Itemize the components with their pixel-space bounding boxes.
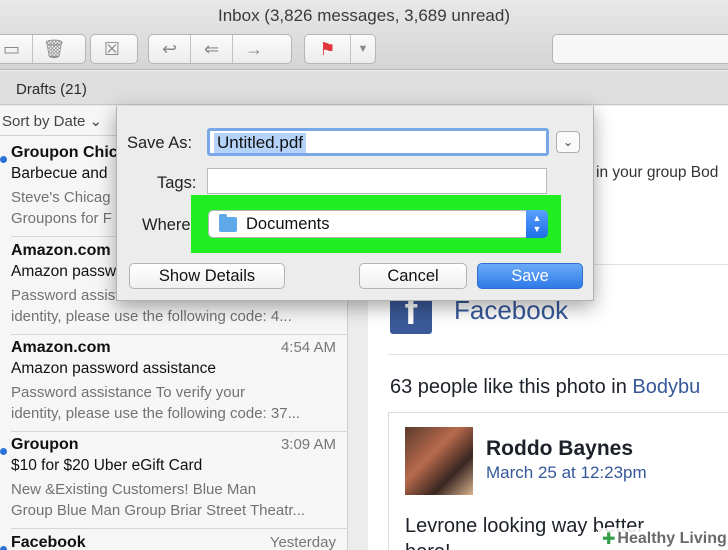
message-preview-line: identity, please use the following code:… <box>11 308 292 325</box>
message-preview-line: New &Existing Customers! Blue Man <box>11 481 257 498</box>
message-preview-line: Password assistance To verify your <box>11 384 245 401</box>
list-item[interactable]: Groupon 3:09 AM $10 for $20 Uber eGift C… <box>0 436 348 530</box>
divider <box>11 431 348 432</box>
save-as-label: Save As: <box>127 134 193 152</box>
watermark-text: Healthy Living <box>617 530 727 547</box>
group-link[interactable]: Bodybu <box>632 376 700 398</box>
folder-icon <box>219 214 237 232</box>
likes-text: 63 people like this photo in Bodybu <box>390 376 700 399</box>
favorite-drafts[interactable]: Drafts (21) <box>16 81 87 98</box>
window-toolbar: Inbox (3,826 messages, 3,689 unread) ▭ 🗑… <box>0 0 728 70</box>
archive-icon: ▭ <box>2 38 20 59</box>
favorites-bar: Drafts (21) <box>0 71 728 105</box>
trash-icon: 🗑 <box>42 38 66 59</box>
sort-by-date-button[interactable]: Sort by Date ⌄ <box>2 112 102 130</box>
reply-all-button[interactable]: ⇐ <box>191 35 233 63</box>
where-dropdown[interactable]: Documents ▲ ▼ <box>208 210 548 238</box>
message-time: 4:54 AM <box>280 339 336 356</box>
show-details-button[interactable]: Show Details <box>129 263 285 289</box>
flag-group: ⚑ ▼ <box>304 34 376 64</box>
junk-icon: ☒ <box>103 38 121 59</box>
message-sender: Facebook <box>11 534 86 550</box>
message-time: 3:09 AM <box>280 436 336 453</box>
message-sender: Groupon <box>11 436 79 453</box>
archive-delete-group: ▭ 🗑 <box>0 34 86 64</box>
chevron-down-icon: ⌄ <box>562 135 574 149</box>
flag-menu-button[interactable]: ▼ <box>351 35 375 63</box>
list-item[interactable]: Facebook Yesterday <box>0 534 348 550</box>
message-sender: Amazon.com <box>11 339 111 356</box>
message-preview-line: identity, please use the following code:… <box>11 405 301 422</box>
message-subject: Amazon passw <box>11 263 117 280</box>
message-preview: Password assistance To verify your ident… <box>11 382 341 424</box>
avatar[interactable] <box>405 427 473 495</box>
where-label: Where <box>142 216 191 234</box>
message-preview-line: Group Blue Man Group Briar Street Theatr… <box>11 502 306 519</box>
group-notice-text: in your group Bod <box>596 164 719 181</box>
window-title: Inbox (3,826 messages, 3,689 unread) <box>217 6 511 25</box>
unread-dot <box>0 448 7 455</box>
message-subject: Barbecue and <box>11 165 108 182</box>
likes-count-text: 63 people like this photo in <box>390 376 633 398</box>
reply-icon: ↩ <box>161 38 178 59</box>
message-sender: Amazon.com <box>11 242 111 259</box>
save-as-value: Untitled.pdf <box>214 133 306 153</box>
flag-icon: ⚑ <box>319 38 336 59</box>
reply-group: ↩ ⇐ → <box>148 34 292 64</box>
forward-icon: → <box>245 38 263 59</box>
message-time: Yesterday <box>269 534 336 550</box>
divider <box>11 528 348 529</box>
cancel-button[interactable]: Cancel <box>359 263 467 289</box>
divider <box>388 354 728 355</box>
chevron-down-icon: ▼ <box>357 43 369 55</box>
flag-button[interactable]: ⚑ <box>305 35 351 63</box>
plus-icon: ✚ <box>602 531 616 548</box>
post-date-link[interactable]: March 25 at 12:23pm <box>486 463 647 483</box>
save-button[interactable]: Save <box>477 263 583 289</box>
expand-dialog-button[interactable]: ⌄ <box>556 131 580 153</box>
junk-group: ☒ <box>90 34 138 64</box>
watermark-logo: ✚ Healthy Living <box>598 528 728 550</box>
tags-input[interactable] <box>207 168 547 194</box>
forward-button[interactable]: → <box>233 35 275 63</box>
dropdown-stepper-icon: ▲ ▼ <box>526 210 548 238</box>
unread-dot <box>0 156 7 163</box>
message-subject: $10 for $20 Uber eGift Card <box>11 457 203 474</box>
junk-button[interactable]: ☒ <box>91 35 133 63</box>
where-value: Documents <box>246 215 330 233</box>
delete-button[interactable]: 🗑 <box>33 35 75 63</box>
save-dialog: Save As: Untitled.pdf ⌄ Tags: Where Docu… <box>116 106 594 301</box>
unread-dot <box>0 546 7 550</box>
message-subject: Amazon password assistance <box>11 360 217 377</box>
search-input[interactable] <box>552 34 728 64</box>
reply-button[interactable]: ↩ <box>149 35 191 63</box>
poster-name[interactable]: Roddo Baynes <box>486 437 633 461</box>
tags-label: Tags: <box>157 174 197 192</box>
archive-button[interactable]: ▭ <box>0 35 33 63</box>
reply-all-icon: ⇐ <box>203 38 220 59</box>
save-as-input[interactable]: Untitled.pdf <box>207 128 549 156</box>
divider <box>11 334 348 335</box>
message-preview: New &Existing Customers! Blue Man Group … <box>11 479 341 521</box>
message-sender: Groupon Chic <box>11 144 118 161</box>
list-item[interactable]: Amazon.com 4:54 AM Amazon password assis… <box>0 339 348 433</box>
